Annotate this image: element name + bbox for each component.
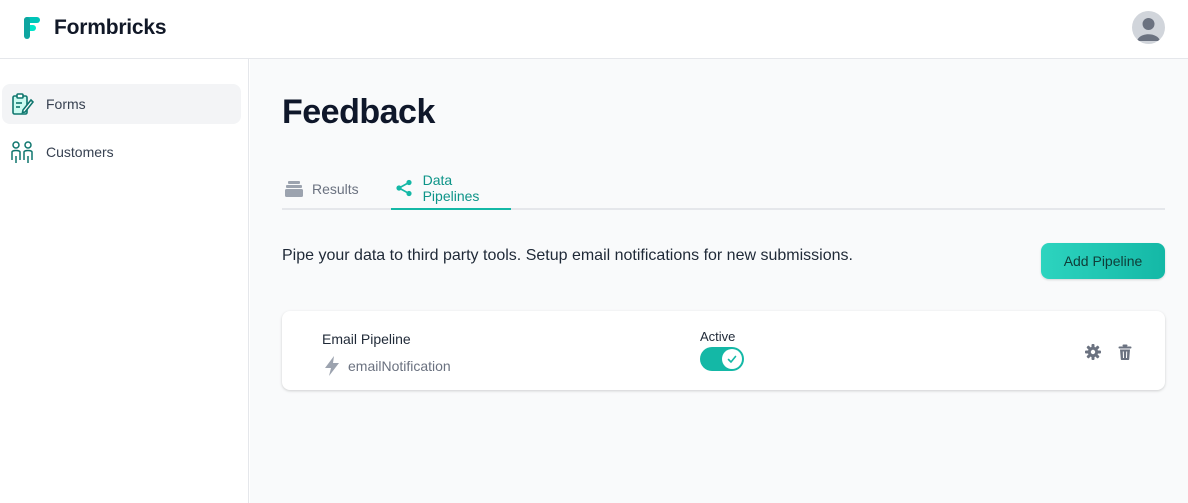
sidebar-item-forms[interactable]: Forms (2, 84, 241, 124)
users-icon (10, 140, 34, 164)
settings-gear-icon[interactable] (1084, 343, 1102, 361)
main-content: Feedback Results Data Pipelines Pipe you… (250, 59, 1188, 503)
share-icon (395, 179, 415, 197)
formbricks-logo-icon (24, 17, 40, 39)
inbox-stack-icon (284, 180, 304, 198)
tab-results[interactable]: Results (284, 167, 359, 210)
status-label: Active (700, 329, 736, 344)
page-title: Feedback (282, 93, 435, 131)
pipeline-card: Email Pipeline emailNotification Active (282, 311, 1165, 390)
active-toggle[interactable] (700, 347, 744, 371)
sidebar-item-label: Customers (46, 144, 114, 160)
pipeline-type-label: emailNotification (348, 358, 451, 374)
lightning-bolt-icon (322, 355, 342, 377)
top-bar: Formbricks (0, 0, 1188, 59)
tab-data-pipelines[interactable]: Data Pipelines (391, 167, 511, 210)
add-pipeline-button[interactable]: Add Pipeline (1041, 243, 1165, 279)
tab-label: Data Pipelines (422, 171, 480, 204)
pipeline-name: Email Pipeline (322, 331, 411, 347)
clipboard-edit-icon (10, 92, 35, 116)
app-name: Formbricks (54, 16, 167, 39)
logo[interactable]: Formbricks (24, 16, 167, 40)
sidebar-item-label: Forms (46, 96, 86, 112)
sidebar-item-customers[interactable]: Customers (2, 132, 241, 172)
sidebar: Forms Customers (0, 59, 249, 503)
tab-label: Results (312, 180, 359, 197)
pipeline-type: emailNotification (322, 355, 451, 377)
pipelines-description: Pipe your data to third party tools. Set… (282, 247, 853, 264)
trash-icon[interactable] (1116, 343, 1134, 361)
tab-bar: Results Data Pipelines (282, 167, 1165, 210)
user-avatar-icon[interactable] (1132, 11, 1165, 44)
check-icon (722, 349, 742, 369)
